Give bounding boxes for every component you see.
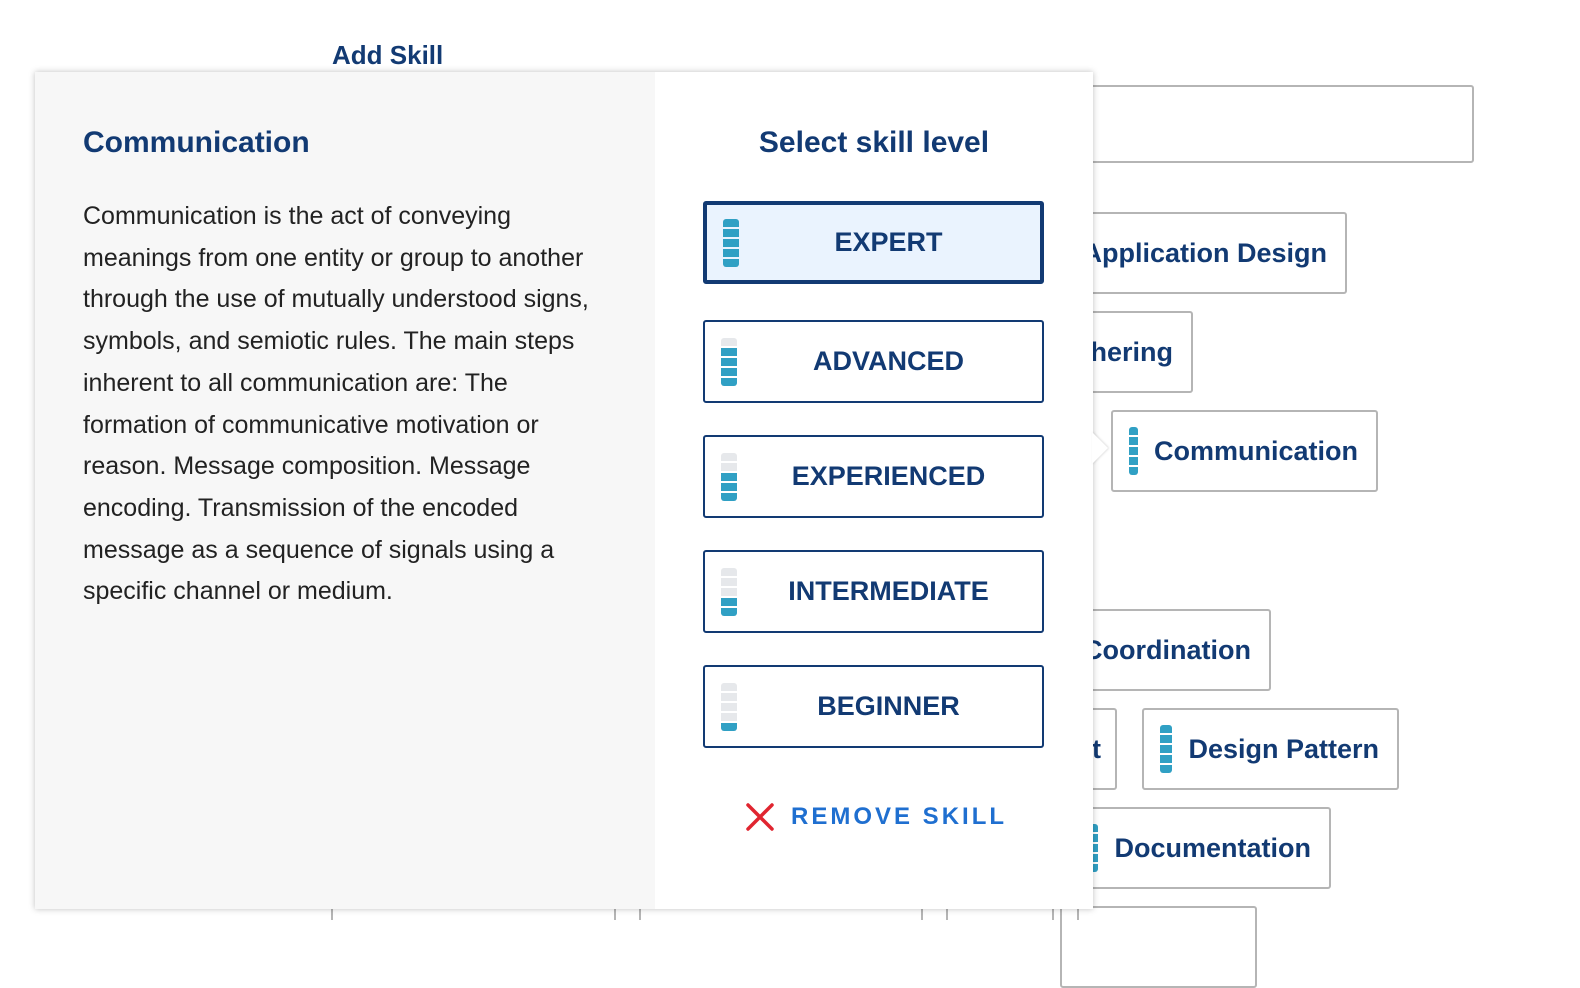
skill-level-icon: [721, 337, 737, 386]
skill-level-icon: [723, 218, 739, 267]
skill-name: Communication: [83, 126, 310, 159]
level-label: ADVANCED: [812, 346, 964, 376]
skill-level-icon: [721, 452, 737, 501]
skill-chip-communication[interactable]: Communication: [1111, 410, 1378, 492]
skill-search-input[interactable]: [1060, 85, 1474, 163]
chip-label: Communication: [1153, 435, 1358, 466]
skill-level-panel: Select skill level EXPERT ADVANCED EXPERIE…: [655, 72, 1093, 909]
skill-chip-design-pattern[interactable]: Design Pattern: [1142, 708, 1399, 790]
skill-level-icon: [1160, 725, 1173, 773]
level-label: EXPERIENCED: [791, 461, 986, 491]
skill-chip-documentation[interactable]: Documentation: [1060, 807, 1331, 889]
chip-label: t: [1092, 733, 1101, 764]
popup-pointer: [1092, 432, 1108, 464]
level-option-advanced[interactable]: ADVANCED: [703, 320, 1044, 403]
add-skill-heading: Add Skill: [332, 40, 444, 70]
skill-description-panel: Communication Communication is the act o…: [35, 72, 655, 909]
level-label: INTERMEDIATE: [788, 576, 989, 606]
chip-label: Application Design: [1082, 237, 1327, 268]
skill-level-icon: [721, 682, 737, 731]
level-option-expert[interactable]: EXPERT: [703, 201, 1044, 284]
level-option-intermediate[interactable]: INTERMEDIATE: [703, 550, 1044, 633]
skill-level-icon: [721, 567, 737, 616]
chip-label: Coordination: [1083, 634, 1251, 665]
remove-skill-button[interactable]: REMOVE SKILL: [745, 802, 1007, 832]
skill-level-popup: Communication Communication is the act o…: [35, 72, 1093, 909]
remove-skill-label: REMOVE SKILL: [791, 803, 1008, 830]
skill-chip[interactable]: Application Design: [1060, 212, 1347, 294]
level-option-experienced[interactable]: EXPERIENCED: [703, 435, 1044, 518]
level-label: BEGINNER: [817, 691, 960, 721]
close-icon: [746, 803, 774, 831]
skill-level-icon: [1129, 427, 1138, 475]
chip-label: Documentation: [1114, 832, 1311, 863]
chip-label: thering: [1081, 336, 1174, 367]
skill-description: Communication is the act of conveying me…: [83, 202, 589, 606]
level-label: EXPERT: [834, 227, 943, 257]
skill-chip[interactable]: [1060, 906, 1257, 988]
level-option-beginner[interactable]: BEGINNER: [703, 665, 1044, 748]
chip-label: Design Pattern: [1188, 733, 1379, 764]
select-level-title: Select skill level: [758, 126, 990, 159]
